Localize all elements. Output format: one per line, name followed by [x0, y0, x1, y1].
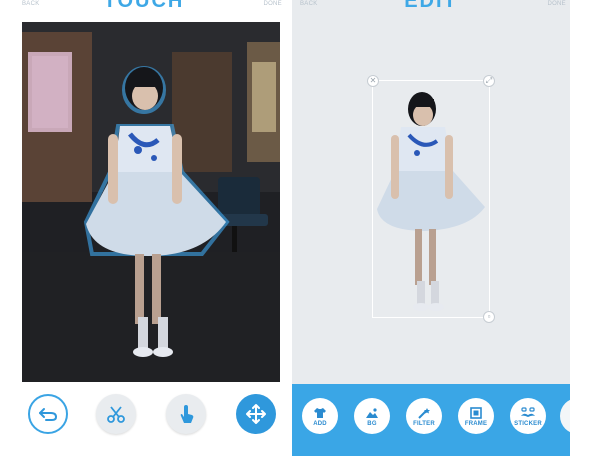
sticker-mustache-icon	[519, 406, 537, 420]
screen-title: TOUCH	[103, 0, 185, 12]
add-label: ADD	[313, 420, 327, 427]
bg-label: BG	[367, 420, 377, 427]
add-button[interactable]: ADD	[302, 398, 338, 434]
photo-image	[22, 22, 280, 382]
move-arrows-icon	[246, 404, 266, 424]
screen-title: EDIT	[404, 0, 458, 12]
frame-label: FRAME	[464, 420, 488, 427]
done-button[interactable]: DONE	[263, 1, 282, 7]
touch-button[interactable]	[166, 394, 206, 434]
more-button[interactable]	[560, 398, 570, 434]
done-button[interactable]: DONE	[547, 1, 566, 7]
close-icon[interactable]: ✕	[367, 75, 379, 87]
sticker-label: STICKER	[514, 420, 542, 427]
filter-label: FILTER	[413, 420, 435, 427]
edit-header: BACK EDIT DONE	[292, 0, 570, 14]
undo-button[interactable]	[28, 394, 68, 434]
move-button[interactable]	[236, 394, 276, 434]
edit-screen: BACK EDIT DONE ✕ ⤢ ▫ ADD BG FILTER FRAME…	[292, 0, 570, 456]
sticker-button[interactable]: STICKER	[510, 398, 546, 434]
frame-button[interactable]: FRAME	[458, 398, 494, 434]
resize-icon[interactable]: ⤢	[483, 75, 495, 87]
filter-button[interactable]: FILTER	[406, 398, 442, 434]
undo-arrow-icon	[39, 408, 58, 421]
scissors-icon	[107, 406, 125, 423]
cutout-image	[377, 92, 485, 311]
frame-icon	[467, 406, 485, 420]
add-shirt-icon	[311, 406, 329, 420]
background-image-icon	[363, 406, 381, 420]
photo-canvas[interactable]	[22, 22, 280, 382]
bg-button[interactable]: BG	[354, 398, 390, 434]
rotate-icon[interactable]: ▫	[483, 311, 495, 323]
app-screens: BACK TOUCH DONE BACK EDIT DONE ✕ ⤢ ▫ ADD…	[0, 0, 600, 456]
touch-screen: BACK TOUCH DONE	[0, 0, 288, 456]
hand-touch-icon	[180, 405, 194, 423]
right-margin	[570, 0, 600, 456]
touch-toolbar	[0, 388, 288, 456]
cutout-selection-box[interactable]: ✕ ⤢ ▫	[367, 75, 495, 323]
cut-button[interactable]	[96, 394, 136, 434]
edit-toolbar: ADD BG FILTER FRAME STICKER	[292, 384, 570, 456]
touch-header: BACK TOUCH DONE	[0, 0, 288, 14]
magic-wand-icon	[415, 406, 433, 420]
